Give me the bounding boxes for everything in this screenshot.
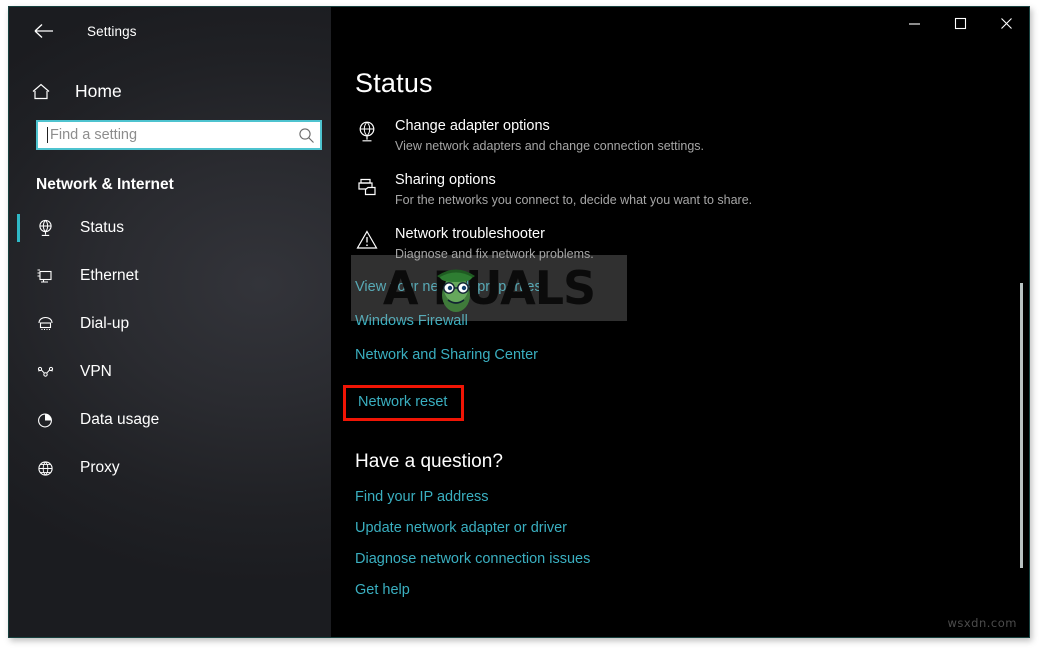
sidebar-item-proxy-label: Proxy bbox=[80, 459, 120, 476]
option-description: View network adapters and change connect… bbox=[395, 139, 704, 153]
network-reset-highlight-box: Network reset bbox=[343, 385, 465, 421]
maximize-icon[interactable] bbox=[937, 7, 983, 39]
sidebar-item-data-usage[interactable]: Data usage bbox=[9, 403, 331, 437]
sidebar-item-dialup-label: Dial-up bbox=[80, 315, 130, 332]
minimize-icon[interactable] bbox=[891, 7, 937, 39]
sidebar-item-status[interactable]: Status bbox=[9, 211, 331, 245]
sidebar-item-home[interactable]: Home bbox=[9, 74, 331, 108]
app-title: Settings bbox=[87, 23, 137, 39]
option-title: Change adapter options bbox=[395, 118, 550, 134]
pie-chart-icon bbox=[36, 411, 60, 430]
network-links-list: View your network properties Windows Fir… bbox=[343, 279, 1029, 421]
sidebar-item-ethernet[interactable]: Ethernet bbox=[9, 259, 331, 293]
selection-indicator bbox=[17, 214, 20, 242]
link-network-reset[interactable]: Network reset bbox=[358, 394, 447, 410]
site-watermark: wsxdn.com bbox=[947, 616, 1017, 630]
option-title: Network troubleshooter bbox=[395, 226, 545, 242]
main-content: Status Change adapter options View netwo… bbox=[331, 7, 1029, 637]
link-find-your-ip-address[interactable]: Find your IP address bbox=[355, 489, 489, 505]
help-links-list: Find your IP address Update network adap… bbox=[355, 489, 1029, 598]
sidebar-item-vpn-label: VPN bbox=[80, 363, 112, 380]
back-arrow-icon[interactable] bbox=[29, 18, 59, 44]
link-view-network-properties[interactable]: View your network properties bbox=[355, 279, 542, 295]
option-description: Diagnose and fix network problems. bbox=[395, 247, 594, 261]
network-status-icon bbox=[36, 219, 60, 238]
search-icon[interactable] bbox=[292, 127, 320, 144]
sidebar-category-title: Network & Internet bbox=[36, 176, 174, 193]
window-titlebar-left: Settings bbox=[9, 7, 331, 55]
option-text: Change adapter options View network adap… bbox=[395, 117, 704, 155]
link-update-network-adapter-or-driver[interactable]: Update network adapter or driver bbox=[355, 520, 567, 536]
vpn-key-icon bbox=[36, 363, 60, 382]
options-list: Change adapter options View network adap… bbox=[331, 117, 1029, 263]
sidebar-item-ethernet-label: Ethernet bbox=[80, 267, 139, 284]
globe-icon bbox=[36, 459, 60, 478]
link-diagnose-network-connection-issues[interactable]: Diagnose network connection issues bbox=[355, 551, 590, 567]
option-text: Sharing options For the networks you con… bbox=[395, 171, 752, 209]
window-controls bbox=[331, 7, 1029, 55]
sidebar-nav-list: Status Ethernet Dial-up VPN Data usage P… bbox=[9, 211, 331, 485]
option-title: Sharing options bbox=[395, 172, 496, 188]
sidebar-item-data-usage-label: Data usage bbox=[80, 411, 160, 428]
sidebar-item-dialup[interactable]: Dial-up bbox=[9, 307, 331, 341]
have-a-question-title: Have a question? bbox=[355, 451, 503, 472]
close-icon[interactable] bbox=[983, 7, 1029, 39]
warning-triangle-icon bbox=[355, 225, 389, 263]
scrollbar-thumb[interactable] bbox=[1020, 283, 1023, 568]
option-change-adapter-options[interactable]: Change adapter options View network adap… bbox=[355, 117, 1029, 155]
link-get-help[interactable]: Get help bbox=[355, 582, 410, 598]
link-windows-firewall[interactable]: Windows Firewall bbox=[355, 313, 468, 329]
vertical-scrollbar[interactable] bbox=[1017, 55, 1026, 637]
link-network-and-sharing-center[interactable]: Network and Sharing Center bbox=[355, 347, 538, 363]
settings-window: Settings Home Find a setting Network & I… bbox=[8, 6, 1030, 638]
option-description: For the networks you connect to, decide … bbox=[395, 193, 753, 207]
page-title: Status bbox=[355, 68, 433, 98]
option-text: Network troubleshooter Diagnose and fix … bbox=[395, 225, 594, 263]
sidebar-item-status-label: Status bbox=[80, 219, 124, 236]
sidebar-item-proxy[interactable]: Proxy bbox=[9, 451, 331, 485]
option-sharing-options[interactable]: Sharing options For the networks you con… bbox=[355, 171, 1029, 209]
home-icon bbox=[31, 82, 57, 101]
search-input[interactable] bbox=[48, 122, 292, 148]
sidebar-item-home-label: Home bbox=[75, 80, 122, 101]
network-adapter-icon bbox=[355, 117, 389, 155]
search-box[interactable] bbox=[36, 120, 322, 150]
option-network-troubleshooter[interactable]: Network troubleshooter Diagnose and fix … bbox=[355, 225, 1029, 263]
ethernet-icon bbox=[36, 267, 60, 286]
sharing-printer-folder-icon bbox=[355, 171, 389, 209]
screenshot-root: Settings Home Find a setting Network & I… bbox=[0, 0, 1039, 655]
sidebar: Settings Home Find a setting Network & I… bbox=[9, 7, 331, 637]
sidebar-item-vpn[interactable]: VPN bbox=[9, 355, 331, 389]
dialup-modem-icon bbox=[36, 315, 60, 334]
